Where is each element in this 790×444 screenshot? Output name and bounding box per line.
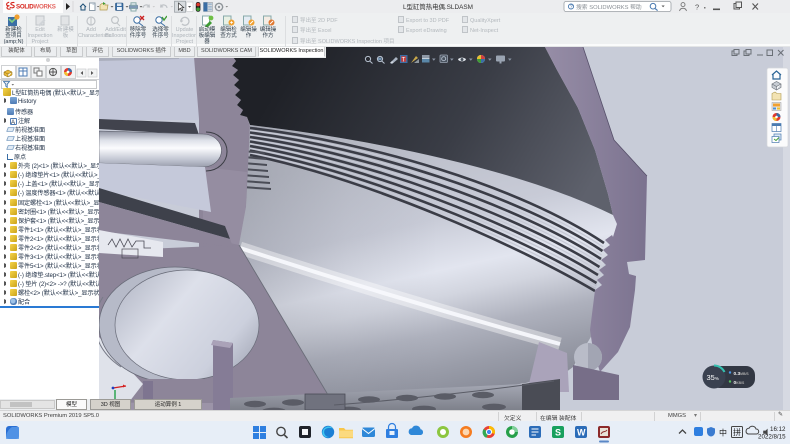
svg-text:W: W [577,428,586,438]
svg-text:2022/8/15: 2022/8/15 [758,434,786,441]
svg-text:拼: 拼 [733,427,741,437]
svg-text:中: 中 [719,428,727,438]
svg-text:?: ? [570,5,573,11]
svg-text:SOLIDWORKS: SOLIDWORKS [16,4,56,11]
svg-text:T: T [402,57,406,63]
svg-text:16:12: 16:12 [770,426,786,433]
svg-text:S: S [555,428,561,438]
svg-text:L型缸筒热电偶.SLDASM: L型缸筒热电偶.SLDASM [403,2,473,11]
svg-text:?: ? [695,3,699,12]
svg-text:搜索 SOLIDWORKS 帮助: 搜索 SOLIDWORKS 帮助 [576,3,642,11]
